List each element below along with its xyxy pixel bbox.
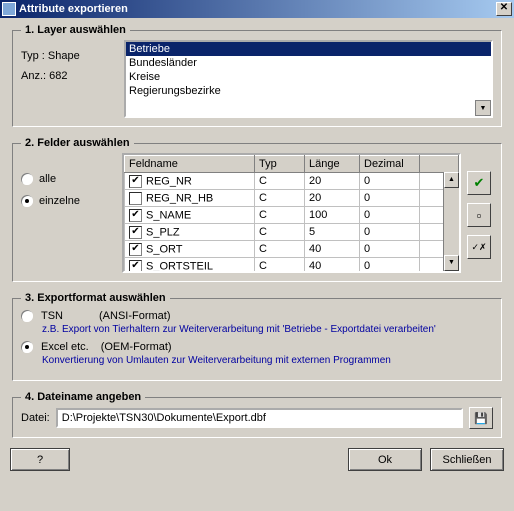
col-dezimal[interactable]: Dezimal: [360, 156, 420, 173]
legend-filename: 4. Dateiname angeben: [21, 391, 145, 403]
anz-label: Anz.:: [21, 70, 46, 82]
ok-button[interactable]: Ok: [348, 448, 422, 471]
titlebar: Attribute exportieren ✕: [0, 0, 514, 18]
tsn-desc: z.B. Export von Tierhaltern zur Weiterve…: [42, 324, 493, 335]
section-export-format: 3. Exportformat auswählen TSN (ANSI-Form…: [12, 292, 502, 381]
table-row[interactable]: ✔S_ORTC400: [125, 241, 459, 258]
app-icon: [2, 2, 16, 16]
section-layer-select: 1. Layer auswählen Typ : Shape Anz.: 682…: [12, 24, 502, 127]
legend-layer: 1. Layer auswählen: [21, 24, 130, 36]
list-item[interactable]: Betriebe: [126, 42, 491, 56]
typ-value: Shape: [48, 50, 80, 62]
radio-icon: [21, 195, 33, 207]
radio-all-label: alle: [39, 173, 56, 185]
excel-desc: Konvertierung von Umlauten zur Weiterver…: [42, 355, 493, 366]
col-blank: [420, 156, 459, 173]
checkbox-icon[interactable]: ✔: [129, 175, 142, 188]
radio-icon: [21, 310, 33, 322]
table-row[interactable]: ✔REG_NRC200: [125, 173, 459, 190]
file-input[interactable]: [56, 408, 463, 428]
col-typ[interactable]: Typ: [255, 156, 305, 173]
fields-table[interactable]: Feldname Typ Länge Dezimal ✔REG_NRC200RE…: [122, 153, 461, 273]
radio-single[interactable]: einzelne: [21, 195, 116, 207]
layer-info: Typ : Shape Anz.: 682: [21, 40, 116, 86]
excel-sub: (OEM-Format): [101, 341, 172, 353]
help-button[interactable]: ?: [10, 448, 70, 471]
checkbox-icon[interactable]: ✔: [129, 243, 142, 256]
select-all-button[interactable]: ✔: [467, 171, 491, 195]
col-laenge[interactable]: Länge: [305, 156, 360, 173]
close-button[interactable]: Schließen: [430, 448, 504, 471]
close-icon[interactable]: ✕: [496, 2, 512, 16]
checkbox-icon[interactable]: ✔: [129, 260, 142, 273]
list-item[interactable]: Kreise: [126, 70, 491, 84]
scroll-down-icon[interactable]: ▼: [444, 255, 459, 271]
legend-format: 3. Exportformat auswählen: [21, 292, 170, 304]
select-none-button[interactable]: ▫: [467, 203, 491, 227]
anz-value: 682: [49, 70, 67, 82]
scroll-up-icon[interactable]: ▲: [444, 172, 459, 188]
radio-excel[interactable]: Excel etc. (OEM-Format): [21, 341, 493, 353]
typ-label: Typ :: [21, 50, 45, 62]
table-row[interactable]: ✔S_NAMEC1000: [125, 207, 459, 224]
select-invert-button[interactable]: ✓✗: [467, 235, 491, 259]
tsn-sub: (ANSI-Format): [99, 310, 171, 322]
radio-icon: [21, 341, 33, 353]
excel-label: Excel etc.: [41, 341, 89, 353]
checkbox-icon[interactable]: [129, 192, 142, 205]
file-label: Datei:: [21, 412, 50, 424]
radio-tsn[interactable]: TSN (ANSI-Format): [21, 310, 493, 322]
radio-all[interactable]: alle: [21, 173, 116, 185]
window-title: Attribute exportieren: [19, 3, 496, 15]
table-row[interactable]: ✔S_PLZC50: [125, 224, 459, 241]
list-item[interactable]: Regierungsbezirke: [126, 84, 491, 98]
legend-fields: 2. Felder auswählen: [21, 137, 134, 149]
tsn-label: TSN: [41, 310, 63, 322]
layer-listbox[interactable]: Betriebe Bundesländer Kreise Regierungsb…: [124, 40, 493, 118]
section-fields-select: 2. Felder auswählen alle einzelne Feldna…: [12, 137, 502, 282]
col-feldname[interactable]: Feldname: [125, 156, 255, 173]
checkbox-icon[interactable]: ✔: [129, 226, 142, 239]
button-bar: ? Ok Schließen: [10, 448, 504, 471]
radio-icon: [21, 173, 33, 185]
radio-single-label: einzelne: [39, 195, 80, 207]
list-item[interactable]: Bundesländer: [126, 56, 491, 70]
table-row[interactable]: ✔S_ORTSTEILC400: [125, 258, 459, 274]
table-row[interactable]: REG_NR_HBC200: [125, 190, 459, 207]
checkbox-icon[interactable]: ✔: [129, 209, 142, 222]
save-icon[interactable]: 💾: [469, 407, 493, 429]
chevron-down-icon[interactable]: ▼: [475, 100, 491, 116]
section-filename: 4. Dateiname angeben Datei: 💾: [12, 391, 502, 438]
scrollbar[interactable]: ▲ ▼: [443, 172, 459, 271]
